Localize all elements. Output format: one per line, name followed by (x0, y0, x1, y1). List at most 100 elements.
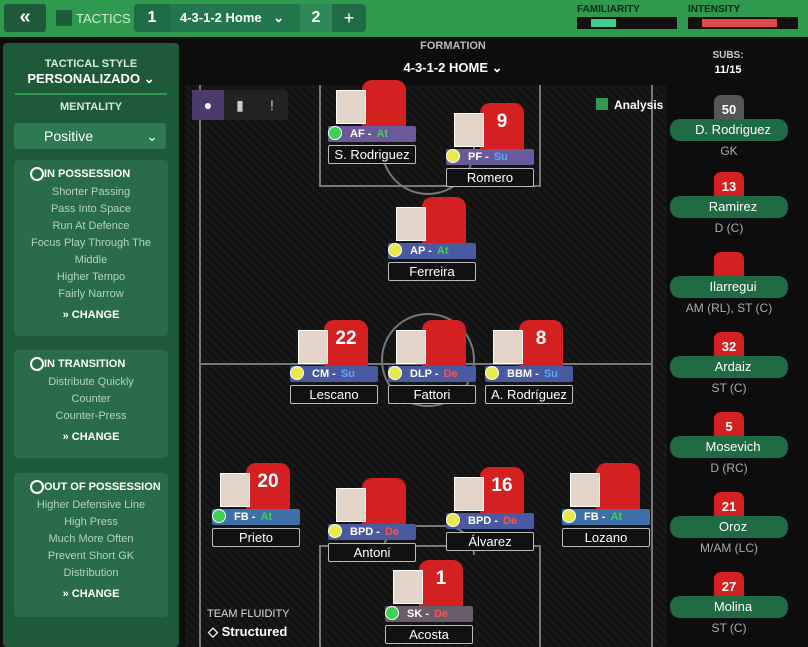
player-name-dropdown[interactable]: Lozano (562, 528, 650, 547)
role-label: CM (312, 368, 330, 380)
role-label: SK (407, 608, 423, 620)
chevron-down-icon: ⌄ (273, 10, 285, 25)
shirt-icon: 8 (519, 320, 563, 370)
add-tactic-button[interactable]: + (332, 4, 366, 32)
familiarity-meter[interactable]: FAMILIARITY (577, 4, 677, 29)
sub-name-text: Molina (713, 599, 753, 614)
stats-view-button[interactable]: ▮ (224, 90, 256, 120)
player-name-dropdown[interactable]: Lescano (290, 385, 378, 404)
player-portrait (454, 113, 484, 147)
intensity-meter[interactable]: INTENSITY (688, 4, 798, 29)
player-view-button[interactable]: ● (192, 90, 224, 120)
duty-label: Su (543, 368, 558, 380)
subs-label: SUBS: (712, 50, 744, 61)
mentality-dropdown[interactable]: Positive ⌄ (14, 123, 166, 149)
player-portrait (336, 488, 366, 522)
instruction-item: Higher Defensive Line (36, 499, 146, 511)
sub-position: ST (C) (711, 621, 747, 635)
sub-name-text: D. Rodriguez (695, 122, 771, 137)
role-label: PF (468, 151, 483, 163)
player-name-dropdown[interactable]: A. Rodríguez (485, 385, 573, 404)
shirt-icon: 22 (324, 320, 368, 370)
sub-name[interactable]: Ilarregui (670, 276, 788, 298)
player-name-dropdown[interactable]: Fattori (388, 385, 476, 404)
divider (15, 93, 167, 95)
tactical-style-dropdown[interactable]: PERSONALIZADO ⌄ (3, 71, 179, 87)
tactical-style-panel: TACTICAL STYLE PERSONALIZADO ⌄ MENTALITY… (3, 43, 179, 647)
shirt-icon (362, 80, 406, 130)
role-label: AF (350, 128, 365, 140)
sub-name[interactable]: Ardaiz (670, 356, 788, 378)
tactics-tab[interactable]: TACTICS (56, 8, 131, 28)
player-name-dropdown[interactable]: Prieto (212, 528, 300, 547)
tactic-name-dropdown[interactable]: 4-3-1-2 Home ⌄ (170, 4, 300, 32)
duty-label: De (443, 368, 458, 380)
sub-name[interactable]: Mosevich (670, 436, 788, 458)
chevron-down-icon: ⌄ (146, 128, 158, 144)
condition-indicator (328, 524, 342, 538)
out-of-possession-title: OUT OF POSSESSION (44, 481, 161, 493)
sub-name[interactable]: Oroz (670, 516, 788, 538)
shirt-number: 8 (535, 328, 547, 349)
double-chevron-left-icon: « (19, 6, 31, 28)
shirt-number: 16 (491, 475, 513, 496)
transition-icon (30, 357, 44, 371)
sub-name[interactable]: Molina (670, 596, 788, 618)
condition-indicator (446, 513, 460, 527)
player-name-dropdown[interactable]: Álvarez (446, 532, 534, 551)
out-of-possession-change-button[interactable]: » CHANGE (14, 588, 168, 600)
chevron-down-icon: ⌄ (491, 60, 503, 75)
player-name: Romero (466, 170, 514, 185)
duty-label: At (376, 128, 389, 140)
player-name-dropdown[interactable]: Romero (446, 168, 534, 187)
player-name: A. Rodríguez (491, 387, 567, 402)
instruction-item: Pass Into Space (50, 203, 132, 215)
duty-label: Su (493, 151, 508, 163)
sub-name-text: Ilarregui (709, 279, 757, 294)
team-fluidity-label: TEAM FLUIDITY (207, 608, 290, 620)
tactic-name: 4-3-1-2 Home (180, 10, 262, 25)
sub-position: GK (720, 144, 738, 158)
duty-label: De (434, 608, 449, 620)
tactical-style-value: PERSONALIZADO (27, 71, 141, 86)
player-name: Antoni (353, 545, 391, 560)
sub-name-text: Mosevich (705, 439, 761, 454)
player-name-dropdown[interactable]: Ferreira (388, 262, 476, 281)
condition-indicator (388, 366, 402, 380)
sub-name[interactable]: Ramirez (670, 196, 788, 218)
sub-name-text: Ramirez (708, 199, 758, 214)
alert-view-button[interactable]: ! (256, 90, 288, 120)
back-button[interactable]: « (4, 4, 46, 32)
instruction-item: Fairly Narrow (58, 288, 124, 300)
formation-value: 4-3-1-2 HOME (403, 60, 488, 75)
shirt-number: 22 (335, 328, 357, 349)
analysis-button[interactable]: Analysis (596, 98, 663, 112)
player-name-dropdown[interactable]: S. Rodriguez (328, 145, 416, 164)
player-name-dropdown[interactable]: Antoni (328, 543, 416, 562)
shirt-number: 20 (257, 471, 279, 492)
sub-name[interactable]: D. Rodriguez (670, 119, 788, 141)
shirt-number: 5 (725, 419, 733, 434)
familiarity-label: FAMILIARITY (577, 4, 640, 15)
tactic-slot-2[interactable]: 2 (300, 4, 332, 32)
formation-dropdown[interactable]: 4-3-1-2 HOME ⌄ (363, 60, 543, 76)
shirt-icon: 9 (480, 103, 524, 153)
condition-indicator (328, 126, 342, 140)
sub-position: D (RC) (710, 461, 748, 475)
condition-indicator (388, 243, 402, 257)
formation-label: FORMATION (420, 40, 486, 52)
in-transition-change-button[interactable]: » CHANGE (14, 431, 168, 443)
player-portrait (220, 473, 250, 507)
in-possession-change-button[interactable]: » CHANGE (14, 309, 168, 321)
instruction-item: Much More Often (48, 533, 134, 545)
in-possession-card: IN POSSESSION Shorter Passing Pass Into S… (14, 160, 168, 336)
alert-icon: ! (270, 97, 274, 113)
player-portrait (454, 477, 484, 511)
tactic-slot-1[interactable]: 1 (134, 4, 170, 32)
player-name: Fattori (413, 387, 451, 402)
shirt-icon (422, 197, 466, 247)
player-name: Álvarez (468, 534, 512, 549)
player-portrait (570, 473, 600, 507)
player-name-dropdown[interactable]: Acosta (385, 625, 473, 644)
out-of-possession-card: OUT OF POSSESSION Higher Defensive Line H… (14, 473, 168, 617)
